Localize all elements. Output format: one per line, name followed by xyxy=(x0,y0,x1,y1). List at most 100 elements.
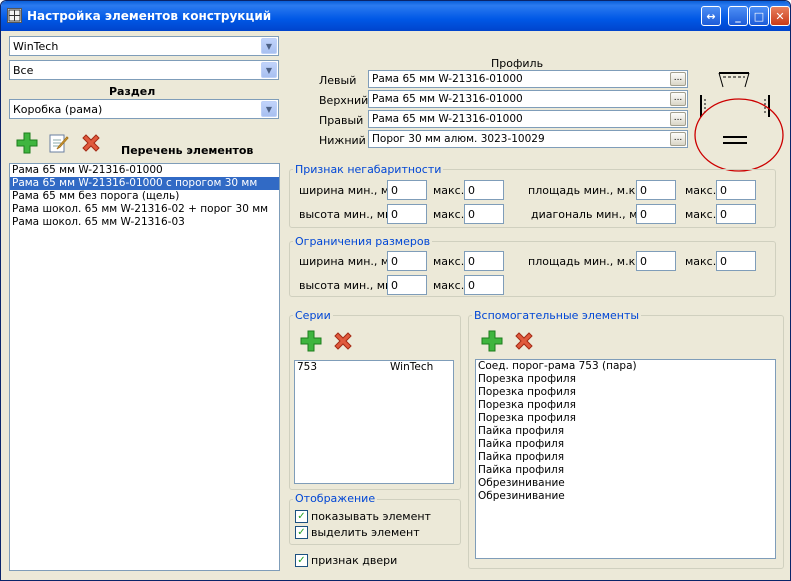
oversize-width-min-label: ширина мин., мм. xyxy=(299,184,401,197)
oversize-area-max-label: макс. xyxy=(685,184,717,197)
list-item[interactable]: Обрезинивание xyxy=(476,490,775,503)
value: 0 xyxy=(640,208,647,221)
show-element-checkbox[interactable]: ✓ xyxy=(295,510,308,523)
list-item[interactable]: Порезка профиля xyxy=(476,373,775,386)
edit-icon xyxy=(49,134,69,153)
add-aux-button[interactable] xyxy=(480,329,504,353)
value: 0 xyxy=(640,255,647,268)
oversize-height-min-input[interactable]: 0 xyxy=(387,204,427,224)
show-element-label: показывать элемент xyxy=(311,510,431,523)
list-item[interactable]: Рама 65 мм без порога (щель) xyxy=(10,190,279,203)
limits-width-min-input[interactable]: 0 xyxy=(387,251,427,271)
list-item[interactable]: Рама шокол. 65 мм W-21316-02 + порог 30 … xyxy=(10,203,279,216)
oversize-area-min-input[interactable]: 0 xyxy=(636,180,676,200)
chevron-down-icon[interactable]: ▼ xyxy=(261,38,277,54)
limits-height-max-input[interactable]: 0 xyxy=(464,275,504,295)
oversize-area-max-input[interactable]: 0 xyxy=(716,180,756,200)
delete-series-button[interactable] xyxy=(331,329,355,353)
list-item[interactable]: Порезка профиля xyxy=(476,399,775,412)
add-element-button[interactable] xyxy=(15,131,39,155)
app-icon xyxy=(7,8,22,23)
browse-button[interactable]: ... xyxy=(670,112,686,126)
profile-bottom-field[interactable]: Порог 30 мм алюм. 3023-10029 ... xyxy=(368,130,688,148)
add-series-button[interactable] xyxy=(299,329,323,353)
company-combo-value: WinTech xyxy=(13,40,59,53)
value: 0 xyxy=(468,279,475,292)
profile-top-label: Верхний xyxy=(319,94,369,107)
door-flag-label: признак двери xyxy=(311,554,398,567)
aux-list[interactable]: Соед. порог-рама 753 (пара) Порезка проф… xyxy=(475,359,776,559)
company-combo[interactable]: WinTech ▼ xyxy=(9,36,279,56)
oversize-width-max-input[interactable]: 0 xyxy=(464,180,504,200)
limits-height-min-label: высота мин., мм. xyxy=(299,279,397,292)
oversize-height-max-input[interactable]: 0 xyxy=(464,204,504,224)
series-row[interactable]: 753 WinTech xyxy=(295,361,453,375)
value: 0 xyxy=(468,255,475,268)
series-list[interactable]: 753 WinTech xyxy=(294,360,454,484)
value: 0 xyxy=(468,184,475,197)
door-flag-checkbox[interactable]: ✓ xyxy=(295,554,308,567)
highlight-element-checkbox[interactable]: ✓ xyxy=(295,526,308,539)
section-combo-value: Коробка (рама) xyxy=(13,103,103,116)
chevron-down-icon[interactable]: ▼ xyxy=(261,101,277,117)
plus-icon xyxy=(300,330,322,352)
profile-top-field[interactable]: Рама 65 мм W-21316-01000 ... xyxy=(368,90,688,108)
oversize-group-title: Признак негабаритности xyxy=(293,163,444,176)
delete-aux-button[interactable] xyxy=(512,329,536,353)
profile-bottom-value: Порог 30 мм алюм. 3023-10029 xyxy=(372,133,545,145)
list-item[interactable]: Соед. порог-рама 753 (пара) xyxy=(476,360,775,373)
close-button[interactable]: ✕ xyxy=(770,6,790,26)
limits-area-min-input[interactable]: 0 xyxy=(636,251,676,271)
element-list[interactable]: Рама 65 мм W-21316-01000 Рама 65 мм W-21… xyxy=(9,163,280,571)
profile-top-value: Рама 65 мм W-21316-01000 xyxy=(372,93,523,105)
oversize-height-min-label: высота мин., мм. xyxy=(299,208,397,221)
limits-width-min-label: ширина мин., мм. xyxy=(299,255,401,268)
limits-area-max-label: макс. xyxy=(685,255,717,268)
profile-right-label: Правый xyxy=(319,114,364,127)
element-list-title: Перечень элементов xyxy=(121,144,254,157)
delete-element-button[interactable] xyxy=(79,131,103,155)
filter-combo[interactable]: Все ▼ xyxy=(9,60,279,80)
oversize-diag-max-label: макс. xyxy=(685,208,717,221)
limits-height-min-input[interactable]: 0 xyxy=(387,275,427,295)
list-item[interactable]: Рама 65 мм W-21316-01000 xyxy=(10,164,279,177)
profile-right-value: Рама 65 мм W-21316-01000 xyxy=(372,113,523,125)
browse-button[interactable]: ... xyxy=(670,132,686,146)
series-code: 753 xyxy=(297,361,318,373)
title-bar[interactable]: Настройка элементов конструкций ↔ _ □ ✕ xyxy=(1,1,790,31)
list-item[interactable]: Порезка профиля xyxy=(476,412,775,425)
oversize-diag-max-input[interactable]: 0 xyxy=(716,204,756,224)
oversize-diag-min-input[interactable]: 0 xyxy=(636,204,676,224)
browse-button[interactable]: ... xyxy=(670,92,686,106)
list-item-selected[interactable]: Рама 65 мм W-21316-01000 с порогом 30 мм xyxy=(10,177,279,190)
list-item[interactable]: Пайка профиля xyxy=(476,425,775,438)
limits-width-max-input[interactable]: 0 xyxy=(464,251,504,271)
profile-left-field[interactable]: Рама 65 мм W-21316-01000 ... xyxy=(368,70,688,88)
maximize-button[interactable]: □ xyxy=(749,6,769,26)
list-item[interactable]: Пайка профиля xyxy=(476,451,775,464)
edit-element-button[interactable] xyxy=(47,131,71,155)
list-item[interactable]: Пайка профиля xyxy=(476,438,775,451)
profile-right-field[interactable]: Рама 65 мм W-21316-01000 ... xyxy=(368,110,688,128)
section-combo[interactable]: Коробка (рама) ▼ xyxy=(9,99,279,119)
plus-icon xyxy=(16,132,38,154)
list-item[interactable]: Обрезинивание xyxy=(476,477,775,490)
limits-area-max-input[interactable]: 0 xyxy=(716,251,756,271)
dialog-window: Настройка элементов конструкций ↔ _ □ ✕ … xyxy=(0,0,791,581)
plus-icon xyxy=(481,330,503,352)
list-item[interactable]: Пайка профиля xyxy=(476,464,775,477)
series-system: WinTech xyxy=(390,361,434,373)
display-group-title: Отображение xyxy=(293,492,378,505)
limits-height-max-label: макс. xyxy=(433,279,465,292)
limits-group-title: Ограничения размеров xyxy=(293,235,433,248)
limits-area-min-label: площадь мин., м.кв. xyxy=(528,255,646,268)
chevron-down-icon[interactable]: ▼ xyxy=(261,62,277,78)
list-item[interactable]: Порезка профиля xyxy=(476,386,775,399)
window-title: Настройка элементов конструкций xyxy=(27,9,272,23)
oversize-width-min-input[interactable]: 0 xyxy=(387,180,427,200)
minimize-button[interactable]: _ xyxy=(728,6,748,26)
highlight-element-label: выделить элемент xyxy=(311,526,420,539)
list-item[interactable]: Рама шокол. 65 мм W-21316-03 xyxy=(10,216,279,229)
browse-button[interactable]: ... xyxy=(670,72,686,86)
resize-icon[interactable]: ↔ xyxy=(701,6,721,26)
